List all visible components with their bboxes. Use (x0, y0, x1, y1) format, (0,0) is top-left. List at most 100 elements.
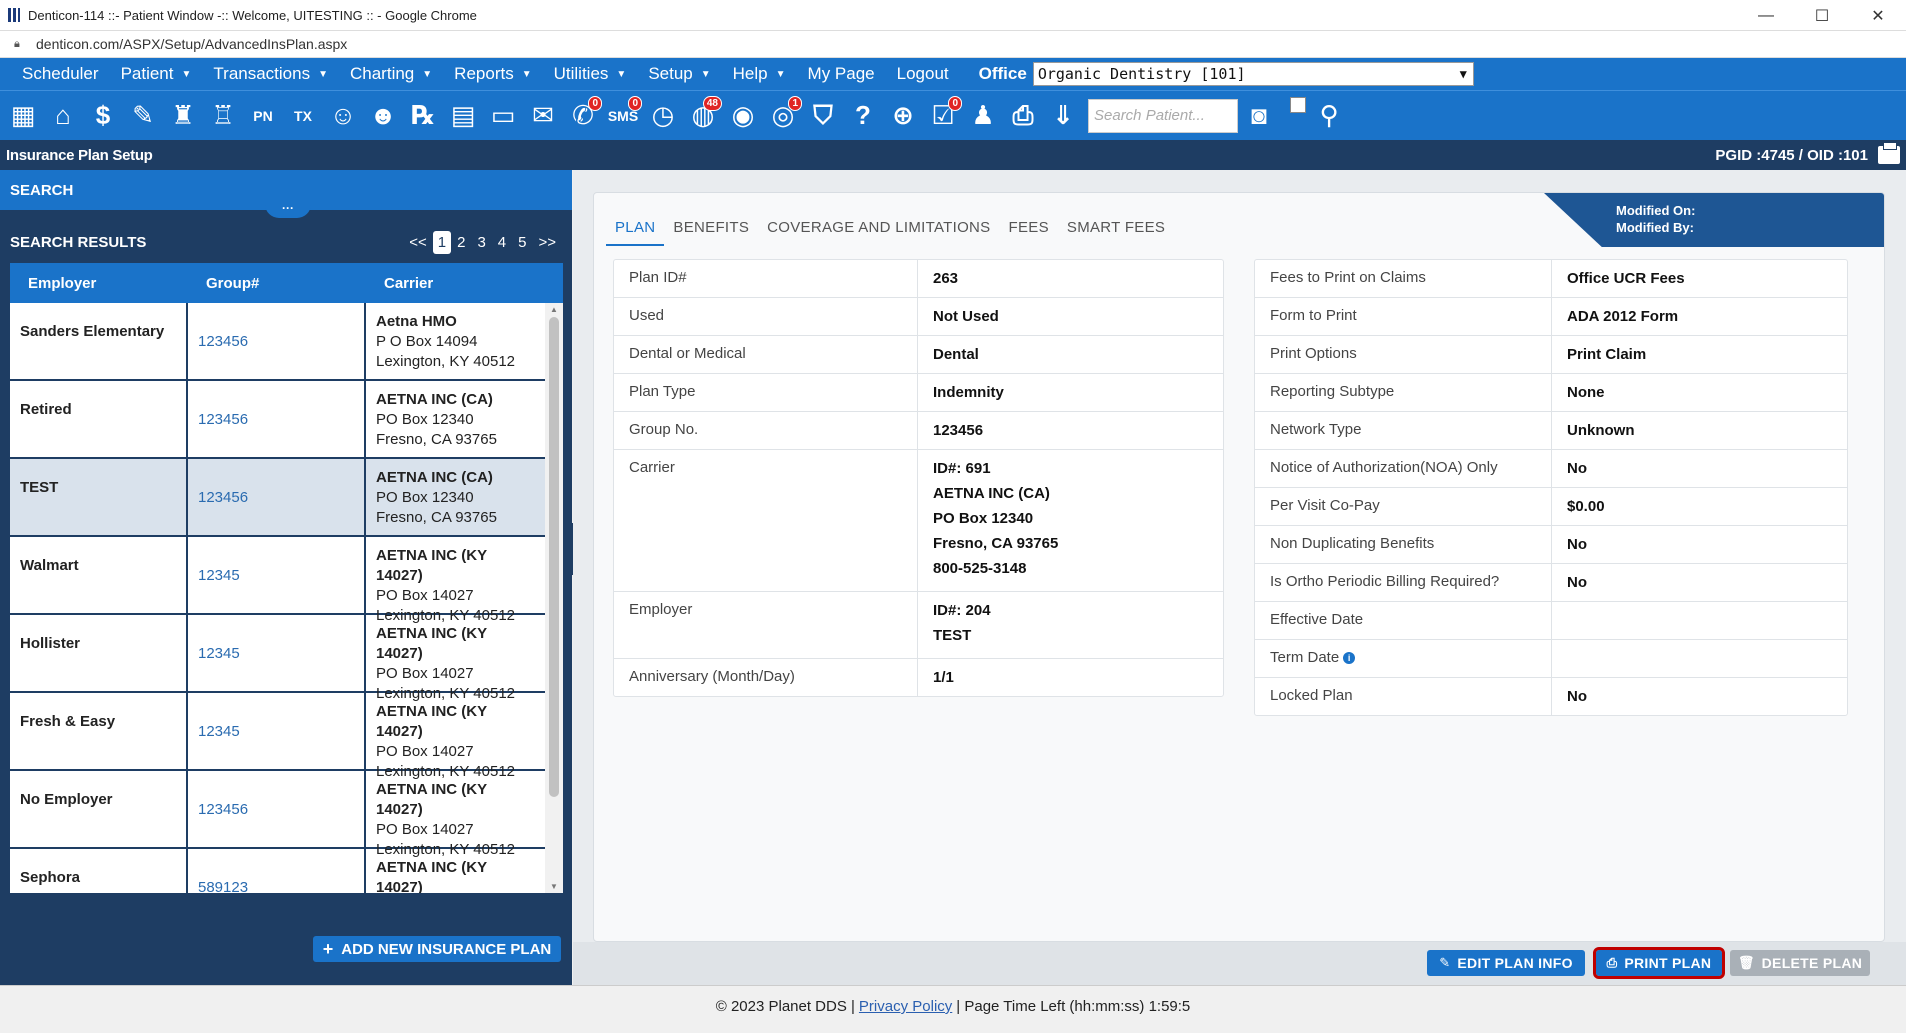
tab-benefits[interactable]: BENEFITS (664, 213, 758, 246)
toolbar-checkbox[interactable] (1290, 97, 1306, 113)
home-icon[interactable]: ⌂ (44, 96, 82, 136)
print-plan-button[interactable]: ⎙ PRINT PLAN (1593, 947, 1725, 979)
help-icon[interactable]: ? (844, 96, 882, 136)
group-link[interactable]: 123456 (188, 771, 366, 847)
maximize-icon[interactable]: ☐ (1794, 0, 1850, 31)
menu-item-utilities[interactable]: Utilities ▼ (532, 64, 627, 84)
menu-item-charting[interactable]: Charting ▼ (328, 64, 432, 84)
tooth-chart-icon[interactable]: ♜ (164, 96, 202, 136)
tab-fees[interactable]: FEES (1000, 213, 1058, 246)
expand-search-handle[interactable]: ··· (265, 202, 311, 218)
pn-icon[interactable]: PN (244, 96, 282, 136)
employer-cell[interactable]: Sanders Elementary (10, 303, 188, 379)
page-link[interactable]: << (403, 234, 433, 251)
url-text[interactable]: denticon.com/ASPX/Setup/AdvancedInsPlan.… (36, 36, 347, 52)
column-employer[interactable]: Employer (10, 275, 188, 292)
notes-icon[interactable]: ▤ (444, 96, 482, 136)
table-row[interactable]: Fresh & Easy 12345 AETNA INC (KY 14027) PO … (10, 693, 545, 780)
tab-smart-fees[interactable]: SMART FEES (1058, 213, 1174, 246)
group-icon[interactable]: ♟ (964, 96, 1002, 136)
printer-icon[interactable]: ⎙ (1004, 96, 1042, 136)
scroll-thumb[interactable] (549, 317, 559, 797)
calendar-icon[interactable]: ▦ (4, 96, 42, 136)
menu-item-scheduler[interactable]: Scheduler (0, 64, 99, 84)
download-icon[interactable]: ⇓ (1044, 96, 1082, 136)
page-link[interactable]: >> (532, 234, 562, 251)
group-link[interactable]: 12345 (188, 615, 366, 691)
carrier-cell[interactable]: Aetna HMO P O Box 14094 Lexington, KY 4051… (366, 303, 545, 379)
print-page-icon[interactable] (1878, 142, 1900, 164)
clock-icon[interactable]: ◷ (644, 96, 682, 136)
page-link[interactable]: 5 (512, 234, 532, 251)
carrier-cell[interactable]: AETNA INC (KY 14027)PO Box 14027Lexingto… (366, 615, 545, 702)
column-group[interactable]: Group# (188, 275, 366, 292)
employer-cell[interactable]: Sephora (10, 849, 188, 893)
column-carrier[interactable]: Carrier (366, 275, 544, 292)
mail-icon[interactable]: ✉ (524, 96, 562, 136)
delete-plan-button[interactable]: 🗑︎ DELETE PLAN (1730, 950, 1870, 976)
table-row[interactable]: Walmart 12345 AETNA INC (KY 14027) PO Box 1… (10, 537, 545, 624)
add-family-icon[interactable]: ☻ (364, 96, 402, 136)
carrier-cell[interactable]: AETNA INC (KY 14027)PO Box 14027Lexingto… (366, 771, 545, 858)
employer-cell[interactable]: Retired (10, 381, 188, 457)
address-bar[interactable]: 🔒︎ denticon.com/ASPX/Setup/AdvancedInsPl… (0, 31, 1906, 58)
group-link[interactable]: 123456 (188, 459, 366, 535)
page-link[interactable]: 2 (451, 234, 471, 251)
group-link[interactable]: 12345 (188, 537, 366, 613)
menu-item-reports[interactable]: Reports ▼ (432, 64, 531, 84)
support-icon[interactable]: ◉ (724, 96, 762, 136)
scroll-down-icon[interactable]: ▼ (550, 882, 558, 891)
patient-search-icon[interactable]: ◙ (1240, 96, 1278, 136)
perio-icon[interactable]: ♖ (204, 96, 242, 136)
page-link[interactable]: 4 (492, 234, 512, 251)
web-icon[interactable]: ⊕ (884, 96, 922, 136)
employer-cell[interactable]: Walmart (10, 537, 188, 613)
table-row[interactable]: Hollister 12345 AETNA INC (KY 14027) PO Box… (10, 615, 545, 702)
add-user-icon[interactable]: ☺ (324, 96, 362, 136)
globe-icon[interactable]: ◍ 48 (684, 95, 722, 136)
menu-item-logout[interactable]: Logout (875, 64, 949, 84)
table-row[interactable]: Sanders Elementary 123456 Aetna HMO P O Box… (10, 303, 545, 381)
menu-item-setup[interactable]: Setup ▼ (626, 64, 710, 84)
results-scrollbar[interactable]: ▲ ▼ (545, 303, 563, 893)
group-link[interactable]: 589123 (188, 849, 366, 893)
table-row[interactable]: No Employer 123456 AETNA INC (KY 14027) PO … (10, 771, 545, 858)
scroll-up-icon[interactable]: ▲ (550, 305, 558, 314)
employer-cell[interactable]: Hollister (10, 615, 188, 691)
advanced-search-icon[interactable]: ⚲ (1310, 96, 1348, 136)
tab-coverage-and-limitations[interactable]: COVERAGE AND LIMITATIONS (758, 213, 999, 246)
employer-cell[interactable]: Fresh & Easy (10, 693, 188, 769)
office-select[interactable]: Organic Dentistry [101] ▼ (1032, 62, 1474, 86)
employer-cell[interactable]: TEST (10, 459, 188, 535)
rx-icon[interactable]: ℞ (404, 96, 442, 136)
privacy-policy-link[interactable]: Privacy Policy (859, 998, 952, 1015)
menu-item-my-page[interactable]: My Page (786, 64, 875, 84)
message-icon[interactable]: ✆ 0 (564, 95, 602, 136)
sms-icon[interactable]: SMS 0 (604, 95, 642, 136)
page-link[interactable]: 1 (432, 231, 452, 254)
carrier-cell[interactable]: AETNA INC (CA) PO Box 12340 Fresno, CA 937… (366, 381, 545, 457)
group-link[interactable]: 12345 (188, 693, 366, 769)
checklist-icon[interactable]: ☑ 0 (924, 95, 962, 136)
close-icon[interactable]: ✕ (1850, 0, 1906, 31)
carrier-cell[interactable]: AETNA INC (KY 14027)PO Box 14027Lexingto… (366, 849, 545, 893)
menu-item-help[interactable]: Help ▼ (711, 64, 786, 84)
menu-item-transactions[interactable]: Transactions ▼ (191, 64, 328, 84)
group-link[interactable]: 123456 (188, 303, 366, 379)
tab-plan[interactable]: PLAN (606, 213, 665, 246)
menu-item-patient[interactable]: Patient ▼ (99, 64, 192, 84)
page-link[interactable]: 3 (471, 234, 491, 251)
table-row[interactable]: Sephora589123AETNA INC (KY 14027)PO Box … (10, 849, 545, 893)
info-icon[interactable]: i (1343, 652, 1356, 664)
group-link[interactable]: 123456 (188, 381, 366, 457)
table-row[interactable]: Retired 123456 AETNA INC (CA) PO Box 12340 F… (10, 381, 545, 459)
carrier-cell[interactable]: AETNA INC (KY 14027)PO Box 14027Lexingto… (366, 693, 545, 780)
dollar-icon[interactable]: $ (84, 96, 122, 136)
carrier-cell[interactable]: AETNA INC (KY 14027)PO Box 14027Lexingto… (366, 537, 545, 624)
search-patient-input[interactable] (1088, 98, 1238, 133)
tooth-icon[interactable]: ⛉ (804, 96, 842, 136)
employer-cell[interactable]: No Employer (10, 771, 188, 847)
tx-icon[interactable]: TX (284, 96, 322, 136)
edit-list-icon[interactable]: ✎ (124, 96, 162, 136)
table-row[interactable]: TEST 123456 AETNA INC (CA) PO Box 12340 Fres… (10, 459, 545, 537)
